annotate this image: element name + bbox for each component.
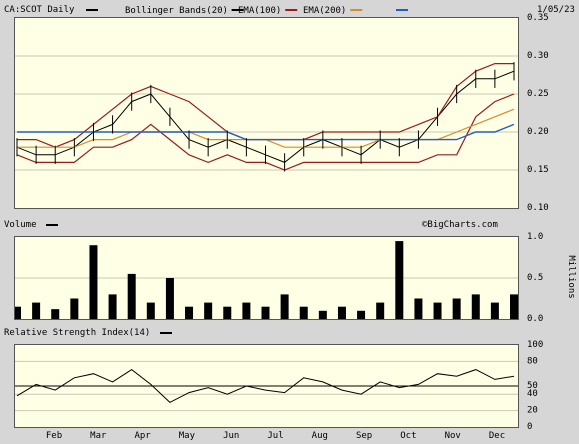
volume-bar [510, 294, 518, 319]
volume-bar [127, 273, 136, 319]
legend-label: EMA(100) [238, 6, 281, 16]
volume-bar [490, 302, 499, 319]
volume-bar [452, 298, 461, 319]
rsi-header: Relative Strength Index(14) [4, 328, 172, 338]
volume-bar [395, 241, 404, 319]
volume-header: Volume [4, 220, 58, 230]
volume-bar [242, 302, 251, 319]
volume-swatch-icon [45, 223, 58, 226]
volume-panel [14, 236, 519, 320]
volume-chart [15, 241, 518, 319]
volume-bar [414, 298, 423, 319]
volume-bar [376, 302, 385, 319]
rsi-title: Relative Strength Index(14) [4, 328, 151, 338]
volume-bar [89, 245, 98, 319]
volume-bar [433, 302, 442, 319]
legend-label: Bollinger Bands(20) [125, 6, 228, 16]
volume-bar [165, 278, 174, 319]
volume-bar [299, 306, 308, 319]
price-chart [15, 55, 518, 172]
volume-title: Volume [4, 220, 37, 230]
volume-bar [280, 294, 289, 319]
series-line [17, 63, 514, 148]
volume-bar [357, 310, 366, 319]
chart-date: 1/05/23 [537, 5, 575, 15]
volume-bar [32, 302, 41, 319]
volume-bar [146, 302, 155, 319]
watermark: ©BigCharts.com [422, 220, 498, 230]
rsi-swatch-icon [159, 331, 172, 334]
volume-bar [70, 298, 79, 319]
legend-label: EMA(200) [303, 6, 346, 16]
volume-bar [471, 294, 480, 319]
volume-bar [15, 306, 21, 319]
volume-bar [318, 310, 327, 319]
volume-bar [185, 306, 194, 319]
volume-bar [51, 309, 60, 319]
volume-bar [261, 306, 270, 319]
rsi-chart [15, 360, 518, 412]
volume-bar [204, 302, 213, 319]
volume-bar [337, 306, 346, 319]
price-panel [14, 17, 519, 209]
rsi-panel [14, 344, 519, 428]
volume-bar [108, 294, 117, 319]
volume-bar [223, 306, 232, 319]
